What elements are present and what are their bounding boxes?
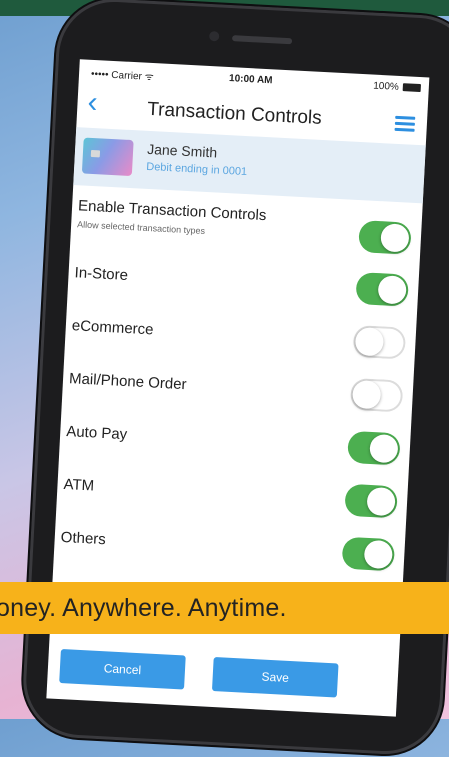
atm-toggle[interactable] xyxy=(344,483,398,519)
others-label: Others xyxy=(60,528,107,549)
ecommerce-label: eCommerce xyxy=(71,317,154,339)
mail-phone-order-label: Mail/Phone Order xyxy=(68,370,187,394)
cardholder-name: Jane Smith xyxy=(146,140,218,161)
instore-toggle[interactable] xyxy=(355,271,410,307)
mail-phone-order-toggle[interactable] xyxy=(349,377,404,413)
atm-label: ATM xyxy=(63,475,95,495)
card-subtitle: Debit ending in 0001 xyxy=(145,160,248,179)
hamburger-menu-icon[interactable] xyxy=(394,115,416,132)
camera-icon xyxy=(208,30,220,42)
instore-label: In-Store xyxy=(74,264,129,284)
cancel-button[interactable]: Cancel xyxy=(59,649,186,690)
carrier-label: ••••• Carrier ᯤ xyxy=(90,68,155,84)
others-toggle[interactable] xyxy=(341,536,396,572)
page-title: Transaction Controls xyxy=(146,98,323,129)
card-image xyxy=(81,137,134,177)
banner-text: oney. Anywhere. Anytime. xyxy=(0,594,287,622)
battery-icon xyxy=(402,83,422,93)
speaker-grille xyxy=(231,35,293,45)
auto-pay-label: Auto Pay xyxy=(65,423,128,444)
promo-banner: oney. Anywhere. Anytime. xyxy=(0,582,449,634)
battery-label: 100% xyxy=(372,80,400,93)
ecommerce-toggle[interactable] xyxy=(352,324,407,360)
clock: 10:00 AM xyxy=(228,73,273,87)
enable-controls-subtitle: Allow selected transaction types xyxy=(76,219,206,236)
save-button[interactable]: Save xyxy=(211,657,339,698)
auto-pay-toggle[interactable] xyxy=(347,430,401,466)
phone-frame: ••••• Carrier ᯤ 10:00 AM 100% ‹ Transact… xyxy=(20,0,449,757)
back-icon[interactable]: ‹ xyxy=(87,86,99,119)
card-chip-icon xyxy=(90,149,101,158)
enable-controls-toggle[interactable] xyxy=(358,220,412,255)
